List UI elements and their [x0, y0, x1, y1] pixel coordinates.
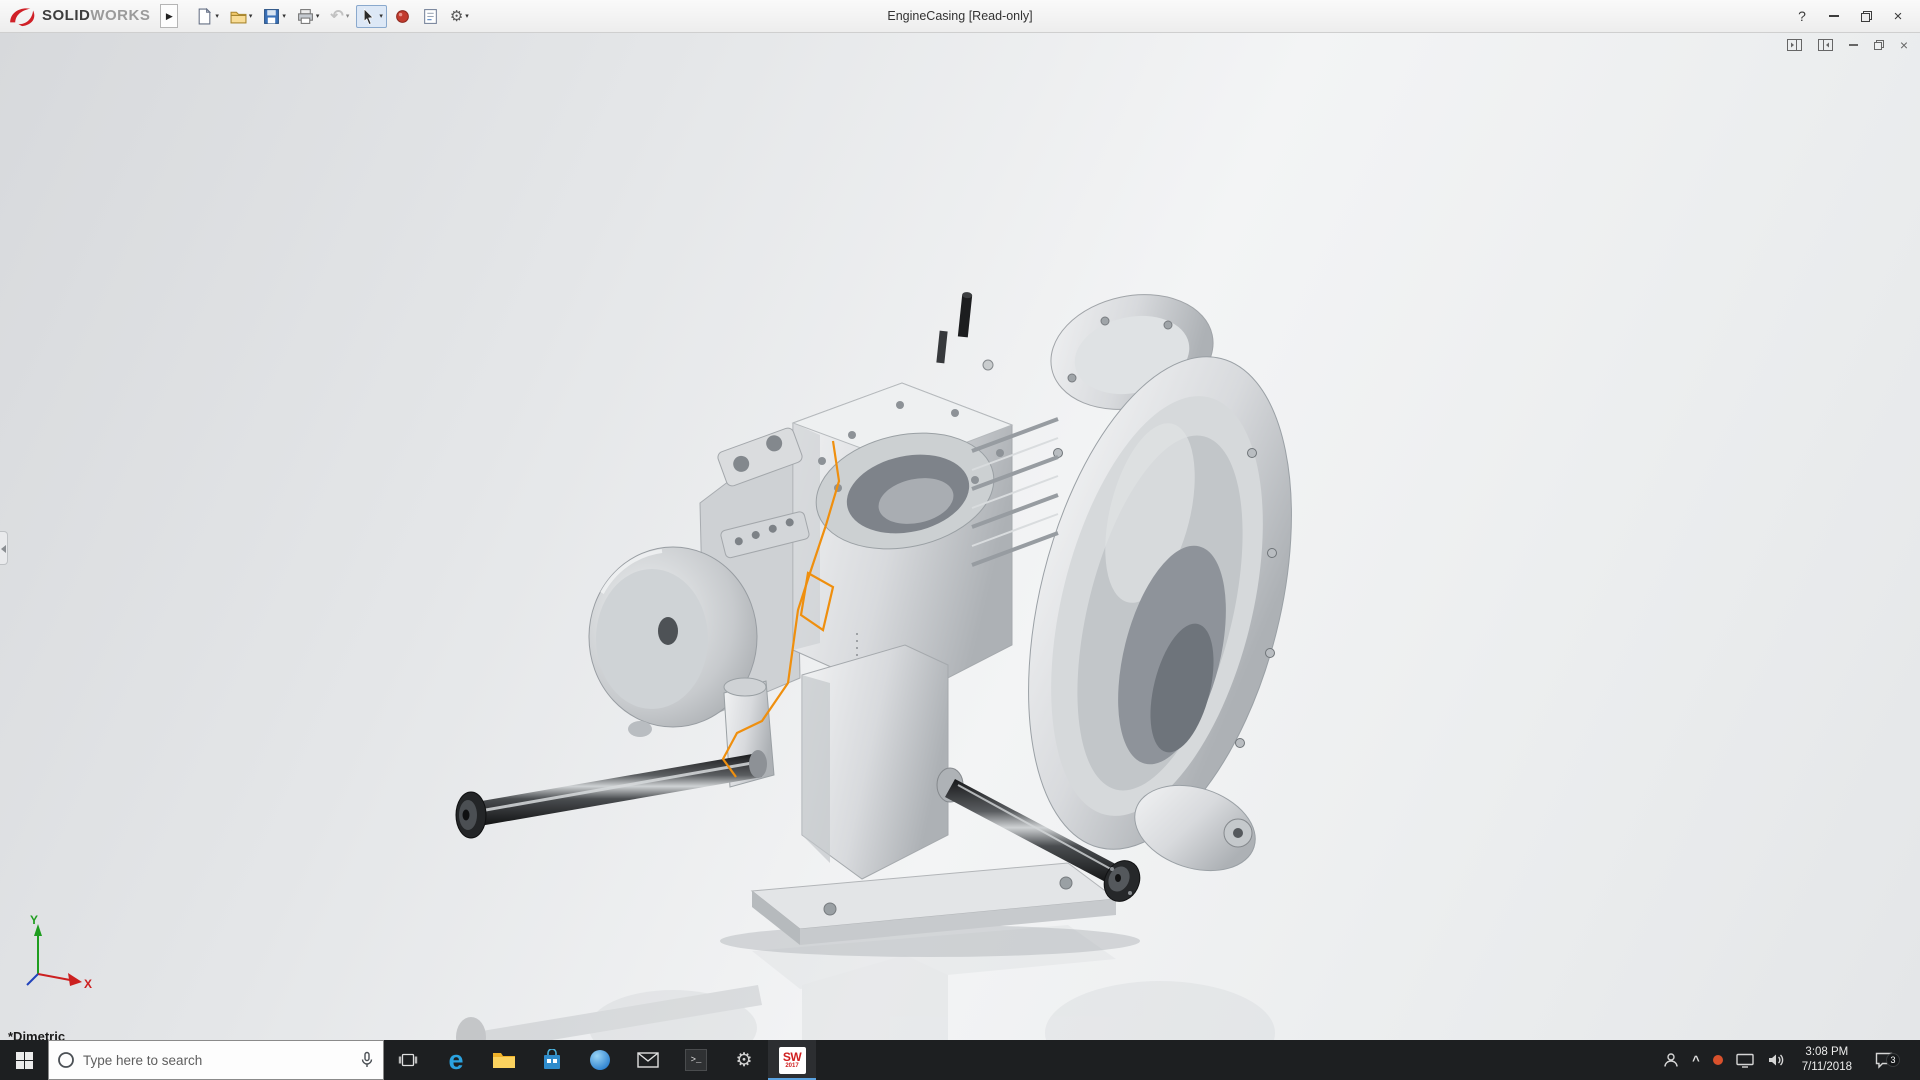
- search-circle-icon: [57, 1051, 75, 1069]
- terminal-icon: >_: [685, 1049, 707, 1071]
- close-button[interactable]: ×: [1882, 4, 1914, 28]
- orientation-triad: Y X: [20, 912, 104, 996]
- tray-status-icon[interactable]: [1713, 1055, 1723, 1065]
- solidworks-logo: SOLIDWORKS: [0, 5, 150, 27]
- task-view-button[interactable]: [384, 1040, 432, 1080]
- open-folder-icon: [230, 8, 247, 25]
- clock-date: 7/11/2018: [1802, 1060, 1852, 1075]
- top-studs[interactable]: [936, 292, 993, 370]
- undo-button[interactable]: ↶ ▾: [326, 3, 353, 29]
- window-title: EngineCasing [Read-only]: [887, 9, 1032, 23]
- new-document-button[interactable]: ▾: [192, 5, 223, 28]
- microphone-icon[interactable]: [359, 1051, 375, 1069]
- options-button[interactable]: ⚙ ▾: [446, 5, 473, 28]
- dropdown-arrow-icon[interactable]: ▾: [282, 12, 286, 20]
- close-icon: ×: [1894, 8, 1903, 25]
- save-button[interactable]: ▾: [259, 5, 290, 28]
- rebuild-icon: [394, 8, 411, 25]
- settings-gear-icon: ⚙: [735, 1051, 752, 1070]
- display-icon[interactable]: [1736, 1053, 1754, 1068]
- gear-icon: ⚙: [450, 8, 463, 25]
- minimize-button[interactable]: [1818, 4, 1850, 28]
- triad-y-label: Y: [30, 913, 38, 927]
- store-icon: [542, 1049, 562, 1071]
- model-flywheel-disc[interactable]: [589, 431, 800, 737]
- window-controls: ? ×: [1786, 4, 1920, 28]
- app-titlebar: SOLIDWORKS ▶ ▾ ▾ ▾ ▾ ↶ ▾ ▾: [0, 0, 1920, 33]
- mail-icon: [637, 1052, 659, 1068]
- standard-toolbar: ▾ ▾ ▾ ▾ ↶ ▾ ▾ ⚙ ▾: [192, 3, 472, 29]
- select-cursor-icon: [360, 8, 377, 25]
- solidworks-app-icon: SW 2017: [779, 1047, 806, 1074]
- file-explorer-icon: [492, 1050, 516, 1070]
- taskbar-app-file-explorer[interactable]: [480, 1040, 528, 1080]
- document-window-controls: ×: [1787, 39, 1908, 51]
- doc-restore-icon[interactable]: [1874, 40, 1884, 50]
- minimize-icon: [1829, 15, 1839, 17]
- dropdown-arrow-icon[interactable]: ▾: [346, 12, 350, 20]
- model-rear-housing[interactable]: [983, 280, 1338, 885]
- doc-close-icon[interactable]: ×: [1900, 40, 1908, 50]
- print-icon: [297, 8, 314, 25]
- volume-icon[interactable]: [1767, 1052, 1785, 1068]
- select-button[interactable]: ▾: [356, 5, 387, 28]
- help-button[interactable]: ?: [1786, 4, 1818, 28]
- restore-icon: [1861, 11, 1872, 22]
- open-button[interactable]: ▾: [226, 5, 257, 28]
- pane-left-icon[interactable]: [1787, 39, 1802, 51]
- ds-logo-icon: [8, 5, 38, 27]
- view-orientation-label: *Dimetric: [8, 1029, 65, 1040]
- task-view-icon: [398, 1052, 418, 1068]
- dropdown-arrow-icon[interactable]: ▾: [379, 12, 383, 20]
- people-icon[interactable]: [1663, 1052, 1679, 1068]
- windows-logo-icon: [16, 1052, 33, 1069]
- taskbar-app-store[interactable]: [528, 1040, 576, 1080]
- new-document-icon: [196, 8, 213, 25]
- edge-icon: e: [448, 1047, 463, 1074]
- panel-collapse-tab[interactable]: [0, 531, 8, 565]
- save-icon: [263, 8, 280, 25]
- dropdown-arrow-icon[interactable]: ▾: [249, 12, 253, 20]
- taskbar-app-edge[interactable]: e: [432, 1040, 480, 1080]
- dropdown-arrow-icon[interactable]: ▾: [465, 12, 469, 20]
- notification-badge: 3: [1886, 1053, 1900, 1067]
- dropdown-arrow-icon[interactable]: ▾: [316, 12, 320, 20]
- taskbar-app-terminal[interactable]: >_: [672, 1040, 720, 1080]
- taskbar-app-settings[interactable]: ⚙: [720, 1040, 768, 1080]
- menu-flyout-arrow[interactable]: ▶: [160, 4, 178, 28]
- rebuild-button[interactable]: [390, 5, 415, 28]
- graphics-area[interactable]: × Y X *Dimetric: [0, 33, 1920, 1040]
- brand-solid: SOLID: [42, 7, 90, 24]
- start-button[interactable]: [0, 1040, 48, 1080]
- file-properties-button[interactable]: [418, 5, 443, 28]
- file-properties-icon: [422, 8, 439, 25]
- clock-time: 3:08 PM: [1805, 1045, 1848, 1060]
- hidden-icons-chevron[interactable]: ^: [1692, 1053, 1700, 1068]
- pane-right-icon[interactable]: [1818, 39, 1833, 51]
- flyout-arrow-icon: ▶: [166, 11, 173, 22]
- taskbar-app-browser[interactable]: [576, 1040, 624, 1080]
- browser-globe-icon: [588, 1048, 612, 1072]
- undo-icon: ↶: [330, 6, 343, 26]
- action-center-button[interactable]: 3: [1869, 1052, 1899, 1069]
- print-button[interactable]: ▾: [293, 5, 324, 28]
- windows-taskbar: e >_ ⚙ SW 2017 ^ 3:08 PM 7/11/2018 3: [0, 1040, 1920, 1080]
- taskbar-app-solidworks[interactable]: SW 2017: [768, 1040, 816, 1080]
- engine-casing-model[interactable]: [0, 33, 1920, 1040]
- taskbar-clock[interactable]: 3:08 PM 7/11/2018: [1798, 1045, 1856, 1075]
- triad-x-label: X: [84, 977, 92, 991]
- help-icon: ?: [1798, 8, 1806, 24]
- search-input[interactable]: [83, 1053, 351, 1068]
- doc-minimize-icon[interactable]: [1849, 44, 1858, 46]
- brand-works: WORKS: [90, 7, 150, 24]
- taskbar-app-mail[interactable]: [624, 1040, 672, 1080]
- dropdown-arrow-icon[interactable]: ▾: [215, 12, 219, 20]
- restore-button[interactable]: [1850, 4, 1882, 28]
- system-tray: ^ 3:08 PM 7/11/2018 3: [1663, 1040, 1920, 1080]
- taskbar-search[interactable]: [48, 1040, 384, 1080]
